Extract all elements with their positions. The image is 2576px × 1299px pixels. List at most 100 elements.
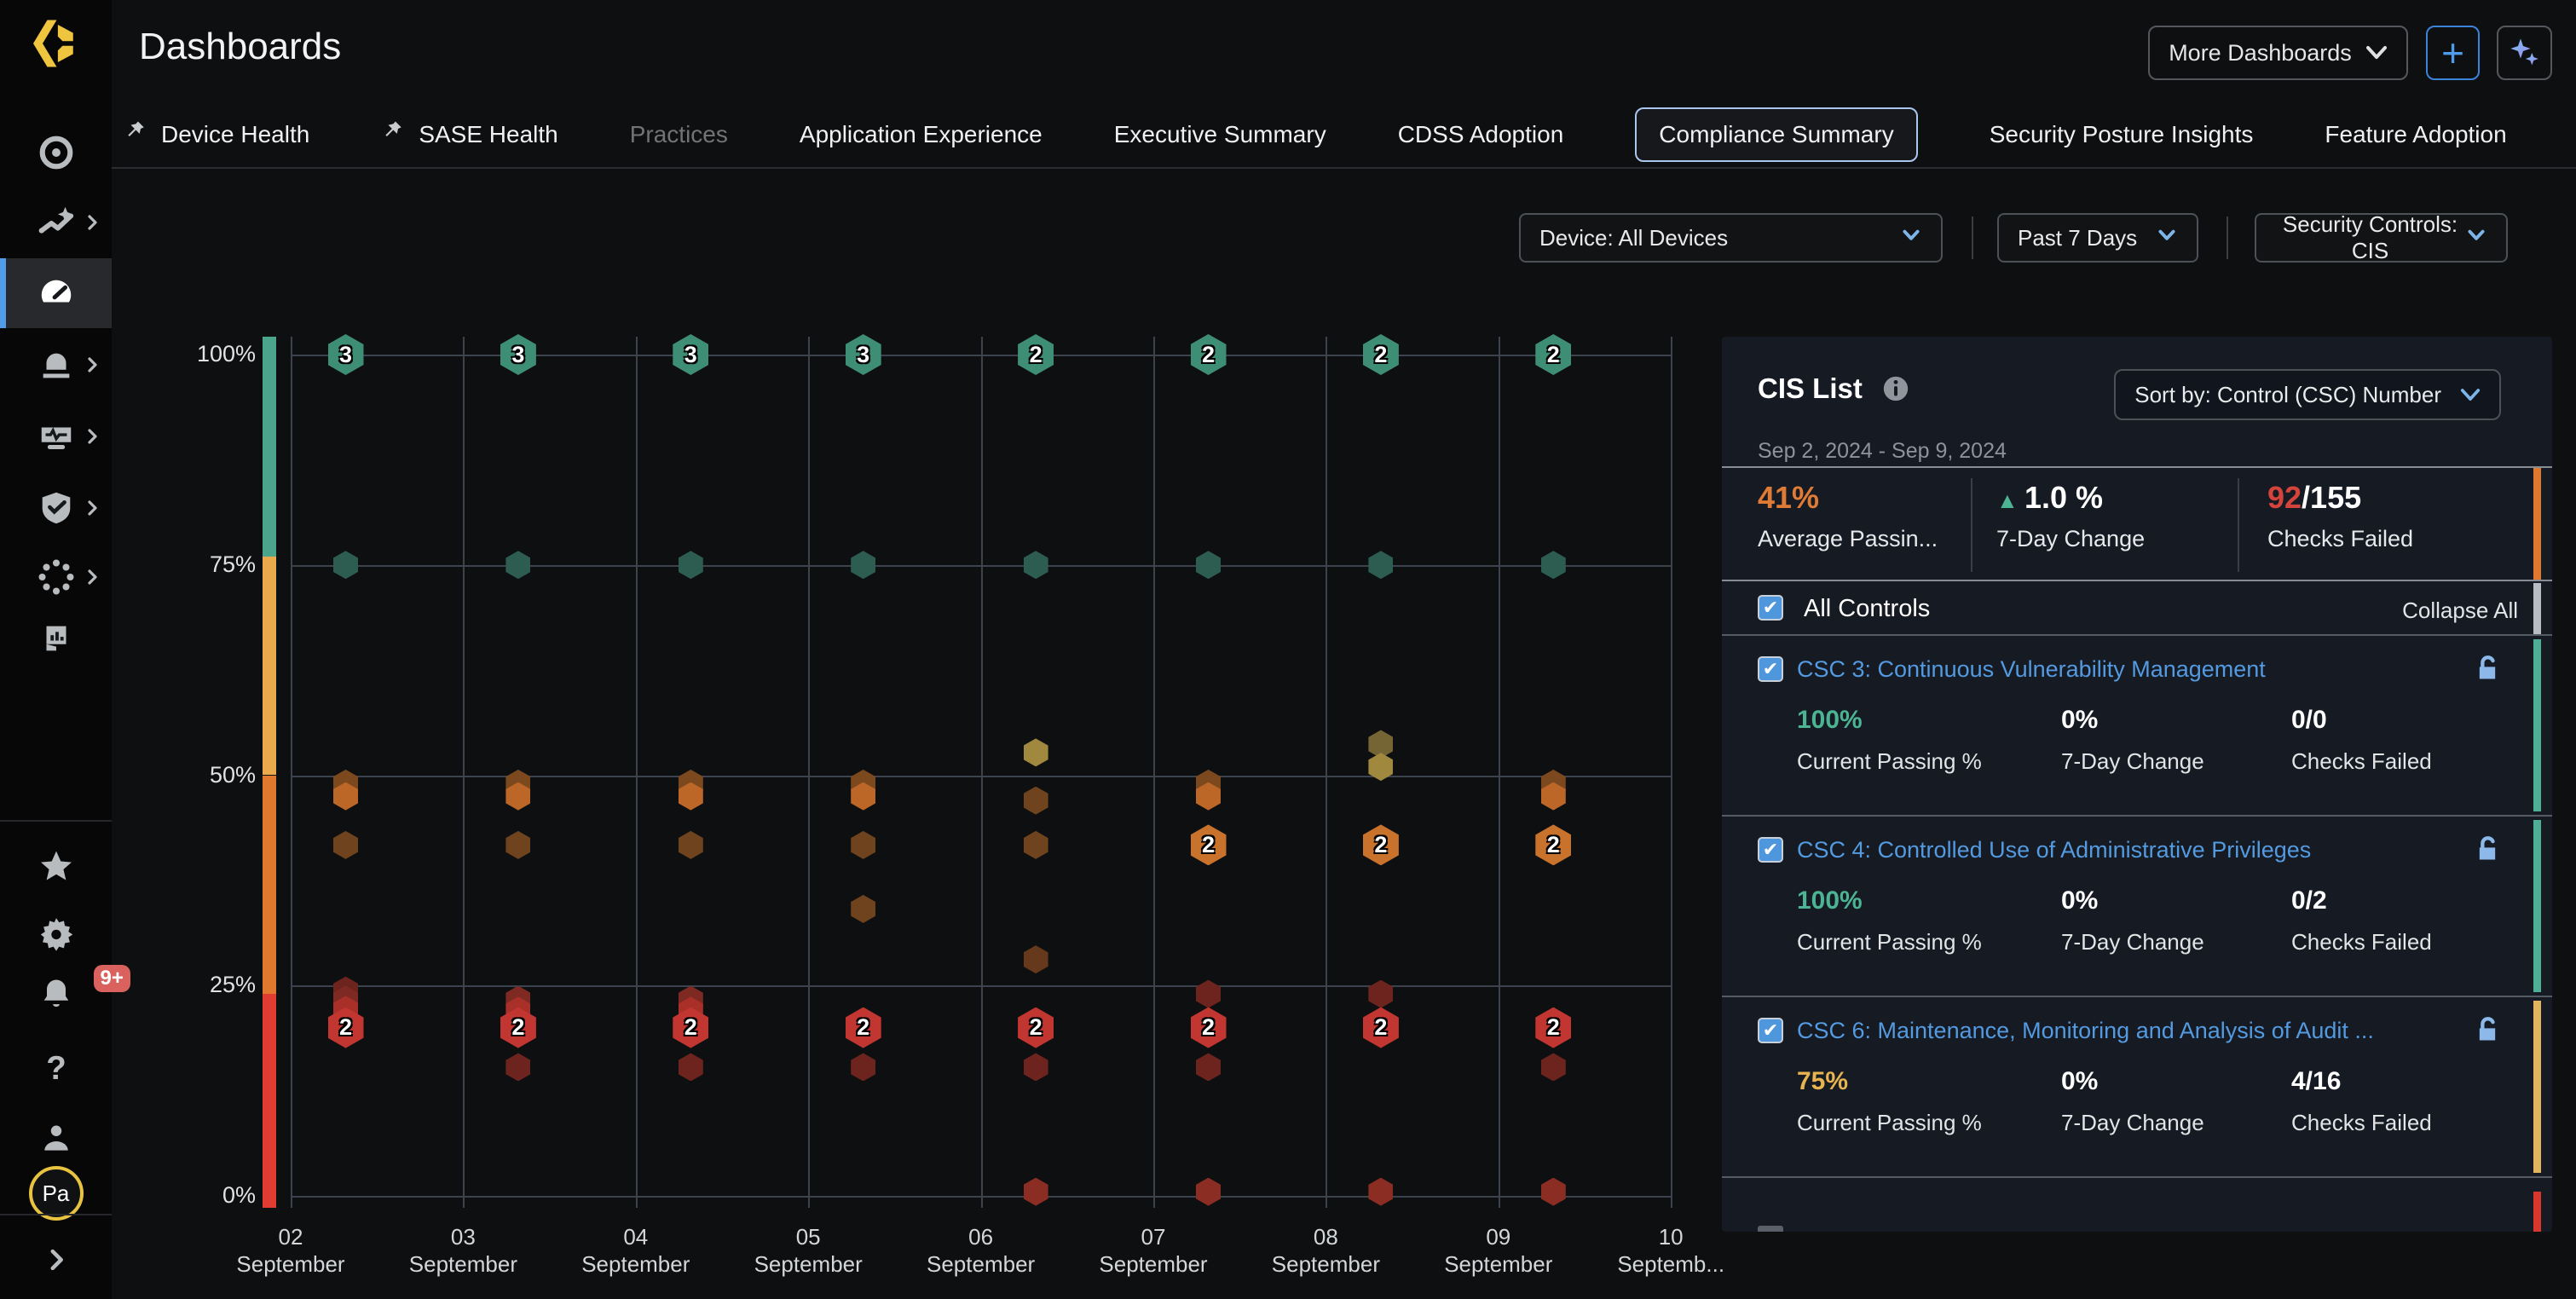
csc-row-checkbox[interactable]: ✔ bbox=[1758, 656, 1783, 682]
csc-row-title[interactable]: CSC 3: Continuous Vulnerability Manageme… bbox=[1797, 656, 2445, 683]
hex-point[interactable]: 2 bbox=[328, 1007, 364, 1048]
hex-point[interactable]: 2 bbox=[1363, 334, 1399, 375]
hex-point[interactable] bbox=[851, 1053, 875, 1081]
hex-point[interactable]: 2 bbox=[1191, 824, 1227, 865]
filter-past-7-days[interactable]: Past 7 Days bbox=[1997, 213, 2198, 263]
tab-application-experience[interactable]: Application Experience bbox=[800, 121, 1043, 148]
hex-point[interactable]: 2 bbox=[1535, 1007, 1571, 1048]
hex-point[interactable]: 2 bbox=[1363, 1007, 1399, 1048]
sort-by-dropdown[interactable]: Sort by: Control (CSC) Number bbox=[2114, 369, 2501, 420]
palo-alto-logo-icon[interactable] bbox=[24, 15, 80, 72]
hex-point[interactable] bbox=[1196, 551, 1221, 579]
sidebar-item-notifications[interactable]: 9+ bbox=[0, 961, 112, 1026]
tab-cdss-adoption[interactable]: CDSS Adoption bbox=[1398, 121, 1564, 148]
hex-point[interactable]: 2 bbox=[1535, 824, 1571, 865]
sidebar-item-reports[interactable] bbox=[0, 604, 112, 674]
filter-security-controls[interactable]: Security Controls: CIS bbox=[2255, 213, 2508, 263]
chevron-right-icon[interactable] bbox=[82, 355, 102, 375]
hex-point[interactable] bbox=[333, 551, 358, 579]
hex-point[interactable] bbox=[333, 831, 358, 859]
hex-point[interactable] bbox=[1024, 1178, 1048, 1206]
sidebar-item-dashboards[interactable] bbox=[0, 258, 112, 328]
collapse-all-button[interactable]: Collapse All bbox=[2402, 598, 2518, 624]
chevron-right-icon[interactable] bbox=[82, 426, 102, 447]
sidebar-item-favorites[interactable] bbox=[0, 834, 112, 898]
hex-point[interactable] bbox=[1541, 1053, 1566, 1081]
hex-point[interactable] bbox=[679, 831, 703, 859]
more-dashboards-button[interactable]: More Dashboards bbox=[2148, 26, 2408, 80]
hex-point[interactable]: 2 bbox=[500, 1007, 536, 1048]
hex-point[interactable] bbox=[505, 1053, 530, 1081]
hex-point[interactable]: 3 bbox=[328, 334, 364, 375]
csc-row-title[interactable]: CSC 6: Maintenance, Monitoring and Analy… bbox=[1797, 1018, 2445, 1044]
hex-point[interactable] bbox=[679, 551, 703, 579]
info-icon[interactable] bbox=[1881, 374, 1910, 403]
hex-point[interactable] bbox=[1196, 1053, 1221, 1081]
chevron-right-icon[interactable] bbox=[82, 567, 102, 587]
sidebar-item-devices[interactable] bbox=[0, 401, 112, 471]
hex-point[interactable]: 2 bbox=[1363, 824, 1399, 865]
hex-point[interactable] bbox=[1024, 551, 1048, 579]
hex-point[interactable] bbox=[1024, 945, 1048, 973]
tab-sase-health[interactable]: SASE Health bbox=[381, 119, 557, 151]
chevron-right-icon[interactable] bbox=[82, 212, 102, 233]
hex-point[interactable] bbox=[1368, 551, 1393, 579]
hex-point[interactable] bbox=[851, 831, 875, 859]
hex-point[interactable] bbox=[1541, 1178, 1566, 1206]
ai-sparkle-button[interactable] bbox=[2497, 26, 2552, 80]
hex-point[interactable]: 2 bbox=[846, 1007, 881, 1048]
tab-executive-summary[interactable]: Executive Summary bbox=[1114, 121, 1326, 148]
hex-point[interactable] bbox=[505, 831, 530, 859]
hex-point[interactable]: 3 bbox=[673, 334, 708, 375]
sidebar-item-integrations[interactable] bbox=[0, 542, 112, 612]
csc-row-checkbox[interactable] bbox=[1758, 1226, 1783, 1232]
hex-point[interactable] bbox=[1368, 1178, 1393, 1206]
hex-point[interactable] bbox=[1024, 738, 1048, 766]
hex-point[interactable] bbox=[679, 1053, 703, 1081]
filter-device[interactable]: Device: All Devices bbox=[1519, 213, 1943, 263]
sidebar-item-expand[interactable] bbox=[0, 1227, 112, 1292]
sidebar-item-alerts[interactable] bbox=[0, 330, 112, 400]
hex-point[interactable] bbox=[1024, 831, 1048, 859]
hex-point[interactable] bbox=[1024, 1053, 1048, 1081]
tab-feature-adoption[interactable]: Feature Adoption bbox=[2325, 121, 2506, 148]
hex-point[interactable]: 3 bbox=[846, 334, 881, 375]
hex-point[interactable] bbox=[851, 895, 875, 923]
chevron-right-icon[interactable] bbox=[82, 498, 102, 518]
avatar[interactable]: Pa bbox=[29, 1166, 84, 1221]
sidebar-item-incidents[interactable] bbox=[0, 118, 112, 188]
sidebar-item-account[interactable]: Pa bbox=[0, 1161, 112, 1226]
hex-point[interactable]: 2 bbox=[1191, 1007, 1227, 1048]
hex-point[interactable] bbox=[1024, 787, 1048, 815]
tab-practices[interactable]: Practices bbox=[630, 121, 728, 148]
csc-row-value: 0% bbox=[2061, 886, 2098, 915]
hex-point[interactable]: 2 bbox=[1191, 334, 1227, 375]
unlock-icon[interactable] bbox=[2470, 1013, 2504, 1051]
hex-point[interactable] bbox=[1541, 551, 1566, 579]
tab-compliance-summary[interactable]: Compliance Summary bbox=[1635, 107, 1917, 162]
sidebar-item-security-posture[interactable] bbox=[0, 473, 112, 543]
unlock-icon[interactable] bbox=[2470, 832, 2504, 870]
sidebar-item-automation[interactable] bbox=[0, 188, 112, 257]
hex-point[interactable]: 2 bbox=[673, 1007, 708, 1048]
hex-point[interactable] bbox=[1196, 980, 1221, 1008]
add-dashboard-button[interactable]: + bbox=[2426, 26, 2480, 80]
tab-device-health[interactable]: Device Health bbox=[124, 119, 309, 151]
csc-row-title[interactable]: CSC 4: Controlled Use of Administrative … bbox=[1797, 837, 2445, 863]
csc-row-checkbox[interactable]: ✔ bbox=[1758, 837, 1783, 863]
hex-point[interactable] bbox=[1368, 980, 1393, 1008]
sidebar-item-help[interactable]: ? bbox=[0, 1036, 112, 1100]
hex-point[interactable]: 2 bbox=[1018, 334, 1054, 375]
all-controls-checkbox[interactable]: ✔ bbox=[1758, 595, 1783, 621]
csc-row-checkbox[interactable]: ✔ bbox=[1758, 1018, 1783, 1043]
unlock-icon[interactable] bbox=[2470, 651, 2504, 690]
hex-point[interactable] bbox=[1196, 1178, 1221, 1206]
hex-point[interactable] bbox=[505, 551, 530, 579]
scrollbar-thumb[interactable] bbox=[2533, 583, 2541, 634]
hex-point[interactable]: 2 bbox=[1535, 334, 1571, 375]
hex-point[interactable]: 2 bbox=[1018, 1007, 1054, 1048]
sidebar-item-settings[interactable] bbox=[0, 900, 112, 965]
hex-point[interactable] bbox=[851, 551, 875, 579]
hex-point[interactable]: 3 bbox=[500, 334, 536, 375]
tab-security-posture-insights[interactable]: Security Posture Insights bbox=[1990, 121, 2254, 148]
